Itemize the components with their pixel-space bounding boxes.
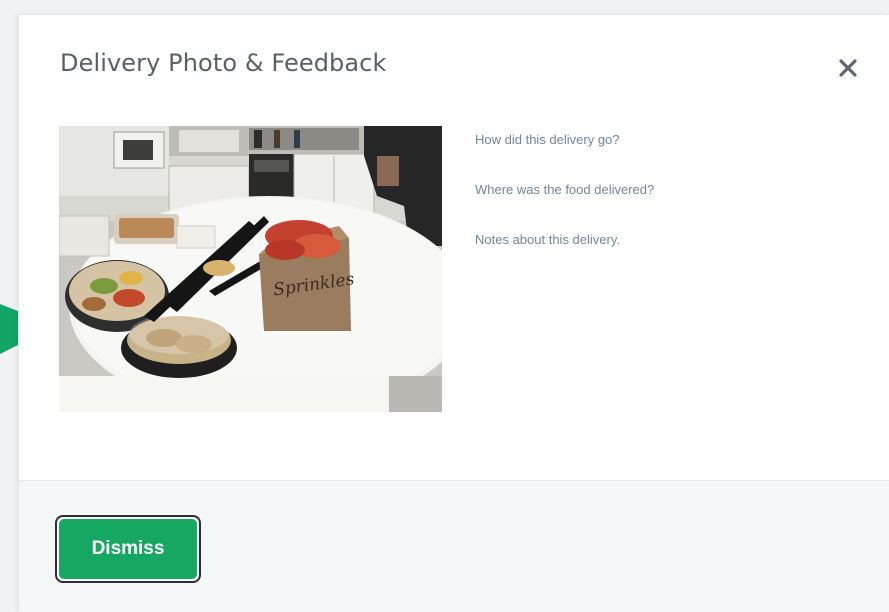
feedback-questions: How did this delivery go? Where was the … bbox=[475, 131, 855, 281]
modal-title: Delivery Photo & Feedback bbox=[60, 49, 387, 77]
dismiss-button[interactable]: Dismiss bbox=[55, 515, 201, 583]
close-icon bbox=[839, 59, 857, 77]
delivery-photo: Sprinkles bbox=[59, 126, 442, 412]
close-button[interactable] bbox=[831, 51, 865, 85]
question-delivery-notes[interactable]: Notes about this delivery. bbox=[475, 231, 855, 281]
question-delivery-experience[interactable]: How did this delivery go? bbox=[475, 131, 855, 181]
question-delivery-location[interactable]: Where was the food delivered? bbox=[475, 181, 855, 231]
delivery-feedback-modal: Delivery Photo & Feedback Sprinkles How … bbox=[18, 14, 889, 612]
modal-footer: Dismiss bbox=[19, 480, 889, 612]
modal-header: Delivery Photo & Feedback bbox=[19, 15, 889, 115]
dismiss-button-label: Dismiss bbox=[59, 519, 197, 579]
